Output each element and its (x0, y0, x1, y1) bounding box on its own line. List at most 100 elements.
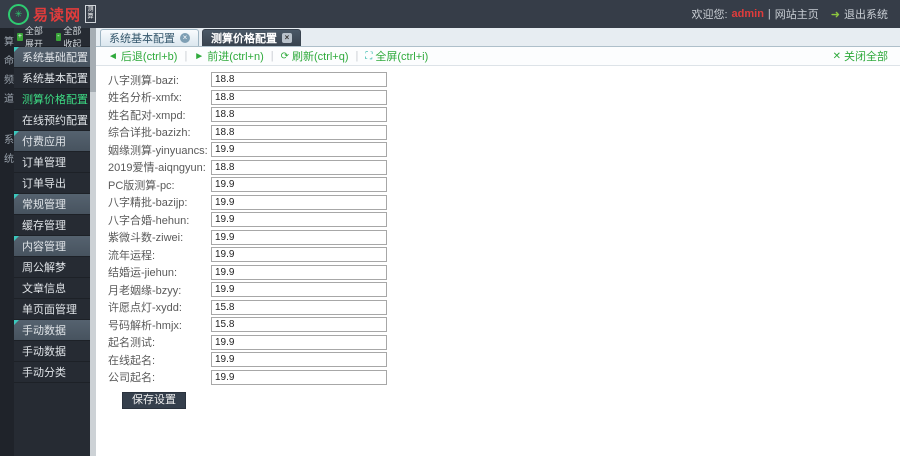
logout-link[interactable]: 退出系统 (844, 6, 888, 22)
back-button[interactable]: ◄ 后退(ctrl+b) (108, 48, 177, 64)
save-settings-button[interactable]: 保存设置 (122, 392, 186, 409)
sidebar-item-label: 订单导出 (22, 178, 66, 190)
price-input[interactable] (211, 177, 387, 193)
sidebar-group-header[interactable]: 系统基础配置 (14, 47, 90, 68)
admin-page: ✳ 易读网 测算 欢迎您: admin | 网站主页 ➜ 退出系统 算命频道 系… (0, 0, 900, 456)
sidebar-item[interactable]: 周公解梦 (14, 257, 90, 278)
sidebar-item[interactable]: 测算价格配置 (14, 89, 90, 110)
form-row: 八字测算-bazi: (108, 71, 900, 89)
home-link[interactable]: 网站主页 (775, 6, 819, 22)
price-input[interactable] (211, 212, 387, 228)
field-label: 号码解析-hmjx: (108, 319, 182, 332)
fullscreen-button[interactable]: ⛶ 全屏(ctrl+i) (365, 48, 428, 64)
sidebar-group-label: 内容管理 (22, 241, 66, 253)
sidebar-item-label: 周公解梦 (22, 262, 66, 274)
field-label: 八字测算-bazi: (108, 74, 179, 87)
price-input[interactable] (211, 369, 387, 385)
forward-button[interactable]: ► 前进(ctrl+n) (194, 48, 263, 64)
tab[interactable]: 系统基本配置 × (100, 29, 199, 46)
close-all-icon: ✕ (832, 50, 841, 62)
forward-label: 前进(ctrl+n) (207, 51, 264, 63)
tab-label: 系统基本配置 (109, 33, 175, 45)
site-title: 易读网 (33, 7, 82, 24)
sidebar-item-label: 订单管理 (22, 157, 66, 169)
form-row: 综合详批-bazizh: (108, 124, 900, 142)
price-input[interactable] (211, 89, 387, 105)
sidebar-item[interactable]: 手动数据 (14, 341, 90, 362)
sidebar: + 全部展开 - 全部收起 系统基础配置 系统基本配置 测算价格配置 在线预约配… (14, 26, 90, 456)
header-divider: | (767, 8, 771, 20)
field-label: 姓名配对-xmpd: (108, 109, 186, 122)
form-row: 许愿点灯-xydd: (108, 299, 900, 317)
sidebar-group-header[interactable]: 付费应用 (14, 131, 90, 152)
refresh-label: 刷新(ctrl+q) (291, 51, 349, 63)
form-row: 在线起名: (108, 351, 900, 369)
welcome-label: 欢迎您: (691, 9, 728, 21)
channel-name-vertical: 算命频道 (1, 36, 13, 112)
price-input[interactable] (211, 107, 387, 123)
system-name-vertical: 系统 (1, 134, 13, 172)
sidebar-group-label: 常规管理 (22, 199, 66, 211)
sidebar-group-label: 手动数据 (22, 325, 66, 337)
fullscreen-label: 全屏(ctrl+i) (375, 51, 429, 63)
logout-arrow-icon: ➜ (830, 8, 840, 21)
price-input[interactable] (211, 317, 387, 333)
form-row: 起名测试: (108, 334, 900, 352)
close-all-tabs-button[interactable]: ✕ 关闭全部 (833, 48, 888, 64)
field-label: 紫微斗数-ziwei: (108, 232, 184, 245)
toolbar-separator: | (270, 50, 274, 62)
price-input[interactable] (211, 264, 387, 280)
toolbar-separator: | (355, 50, 359, 62)
price-input[interactable] (211, 352, 387, 368)
price-input[interactable] (211, 159, 387, 175)
refresh-button[interactable]: ⟳ 刷新(ctrl+q) (281, 48, 349, 64)
form-row: 月老姻缘-bzyy: (108, 281, 900, 299)
sidebar-item[interactable]: 在线预约配置 (14, 110, 90, 131)
content-panel: 八字测算-bazi: 姓名分析-xmfx: 姓名配对-xmpd: 综合详批-ba… (96, 66, 900, 456)
tab[interactable]: 测算价格配置 × (202, 29, 301, 46)
close-all-label: 关闭全部 (844, 51, 888, 63)
price-input[interactable] (211, 229, 387, 245)
username: admin (731, 8, 764, 20)
price-input[interactable] (211, 299, 387, 315)
sidebar-item-label: 手动分类 (22, 367, 66, 379)
form-row: 姓名配对-xmpd: (108, 106, 900, 124)
sidebar-item[interactable]: 订单管理 (14, 152, 90, 173)
price-input[interactable] (211, 247, 387, 263)
form-row: 流年运程: (108, 246, 900, 264)
price-input[interactable] (211, 72, 387, 88)
price-form: 八字测算-bazi: 姓名分析-xmfx: 姓名配对-xmpd: 综合详批-ba… (108, 71, 900, 386)
tab-bar-tabs: 系统基本配置 × 测算价格配置 × (100, 28, 301, 46)
sidebar-group-header[interactable]: 手动数据 (14, 320, 90, 341)
form-row: 公司起名: (108, 369, 900, 387)
sidebar-item[interactable]: 文章信息 (14, 278, 90, 299)
sidebar-group-header[interactable]: 内容管理 (14, 236, 90, 257)
sidebar-item[interactable]: 订单导出 (14, 173, 90, 194)
sidebar-item[interactable]: 单页面管理 (14, 299, 90, 320)
price-input[interactable] (211, 334, 387, 350)
price-input[interactable] (211, 282, 387, 298)
vertical-channel-strip: 算命频道 系统 (0, 28, 14, 456)
field-label: 2019爱情-aiqngyun: (108, 162, 206, 175)
field-label: 公司起名: (108, 372, 156, 385)
price-input[interactable] (211, 124, 387, 140)
refresh-icon: ⟳ (280, 50, 289, 62)
sidebar-group-header[interactable]: 常规管理 (14, 194, 90, 215)
collapse-all-icon: - (55, 33, 62, 41)
sidebar-item[interactable]: 系统基本配置 (14, 68, 90, 89)
sidebar-item[interactable]: 手动分类 (14, 362, 90, 383)
price-input[interactable] (211, 142, 387, 158)
form-row: 八字精批-bazijp: (108, 194, 900, 212)
back-label: 后退(ctrl+b) (120, 51, 178, 63)
field-label: 流年运程: (108, 249, 156, 262)
logo-seal-badge: 测算 (85, 5, 97, 23)
tab-close-icon[interactable]: × (282, 33, 292, 43)
sidebar-item-label: 系统基本配置 (22, 73, 88, 85)
sidebar-item-label: 文章信息 (22, 283, 66, 295)
sidebar-item[interactable]: 缓存管理 (14, 215, 90, 236)
field-label: 八字合婚-hehun: (108, 214, 190, 227)
price-input[interactable] (211, 194, 387, 210)
sidebar-group-label: 系统基础配置 (22, 52, 88, 64)
field-label: 综合详批-bazizh: (108, 127, 191, 140)
tab-close-icon[interactable]: × (180, 33, 190, 43)
